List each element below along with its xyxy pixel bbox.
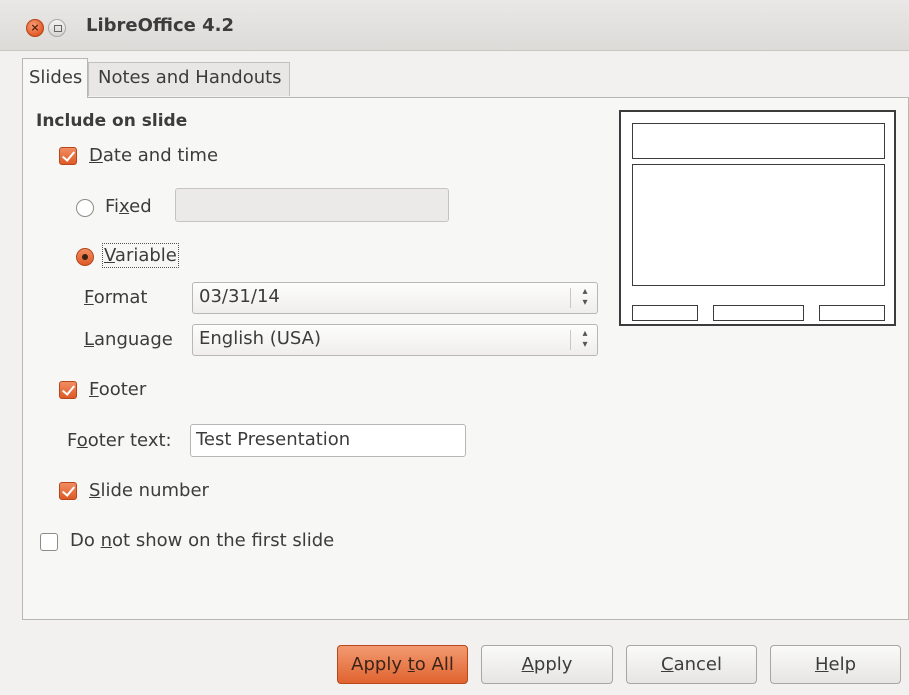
tab-slides[interactable]: Slides bbox=[22, 58, 88, 98]
help-button[interactable]: Help bbox=[770, 645, 901, 684]
fixed-date-input[interactable] bbox=[175, 188, 449, 222]
fixed-label[interactable]: Fixed bbox=[105, 196, 152, 217]
slide-number-label[interactable]: Slide number bbox=[89, 480, 209, 501]
language-label: Language bbox=[84, 329, 173, 350]
apply-to-all-button[interactable]: Apply to All bbox=[337, 645, 468, 684]
maximize-window-icon[interactable] bbox=[48, 19, 66, 37]
date-time-label[interactable]: Date and time bbox=[89, 145, 218, 166]
preview-slide-number-area bbox=[819, 305, 885, 321]
format-value: 03/31/14 bbox=[199, 286, 280, 307]
footer-label[interactable]: Footer bbox=[89, 379, 146, 400]
cancel-button[interactable]: Cancel bbox=[626, 645, 757, 684]
tab-notes-and-handouts[interactable]: Notes and Handouts bbox=[88, 62, 290, 96]
format-label: Format bbox=[84, 287, 148, 308]
language-select-separator bbox=[570, 330, 571, 350]
footer-text-input[interactable]: Test Presentation bbox=[190, 424, 466, 457]
variable-radio[interactable] bbox=[76, 248, 94, 266]
date-time-checkbox[interactable] bbox=[59, 147, 77, 165]
language-select[interactable]: English (USA) ▴ ▾ bbox=[192, 324, 598, 356]
slide-number-checkbox[interactable] bbox=[59, 482, 77, 500]
preview-title-area bbox=[632, 123, 885, 159]
preview-content-area bbox=[632, 164, 885, 286]
language-spin-icon[interactable]: ▴ ▾ bbox=[579, 328, 591, 350]
window-title: LibreOffice 4.2 bbox=[86, 15, 235, 36]
footer-text-label: Footer text: bbox=[67, 430, 172, 451]
format-select-separator bbox=[570, 288, 571, 308]
slide-preview bbox=[619, 110, 896, 326]
format-select[interactable]: 03/31/14 ▴ ▾ bbox=[192, 282, 598, 314]
language-value: English (USA) bbox=[199, 328, 322, 349]
variable-label[interactable]: Variable bbox=[102, 243, 179, 268]
include-on-slide-heading: Include on slide bbox=[36, 111, 188, 131]
footer-checkbox[interactable] bbox=[59, 381, 77, 399]
close-window-icon[interactable]: × bbox=[26, 19, 44, 37]
first-slide-checkbox[interactable] bbox=[40, 533, 58, 551]
first-slide-label[interactable]: Do not show on the first slide bbox=[70, 530, 334, 551]
preview-date-area bbox=[632, 305, 698, 321]
dialog-window: × LibreOffice 4.2 Notes and Handouts Sli… bbox=[0, 0, 909, 695]
apply-button[interactable]: Apply bbox=[481, 645, 613, 684]
fixed-radio[interactable] bbox=[76, 199, 94, 217]
title-bar: × LibreOffice 4.2 bbox=[0, 0, 909, 51]
preview-footer-area bbox=[713, 305, 804, 321]
format-spin-icon[interactable]: ▴ ▾ bbox=[579, 286, 591, 308]
